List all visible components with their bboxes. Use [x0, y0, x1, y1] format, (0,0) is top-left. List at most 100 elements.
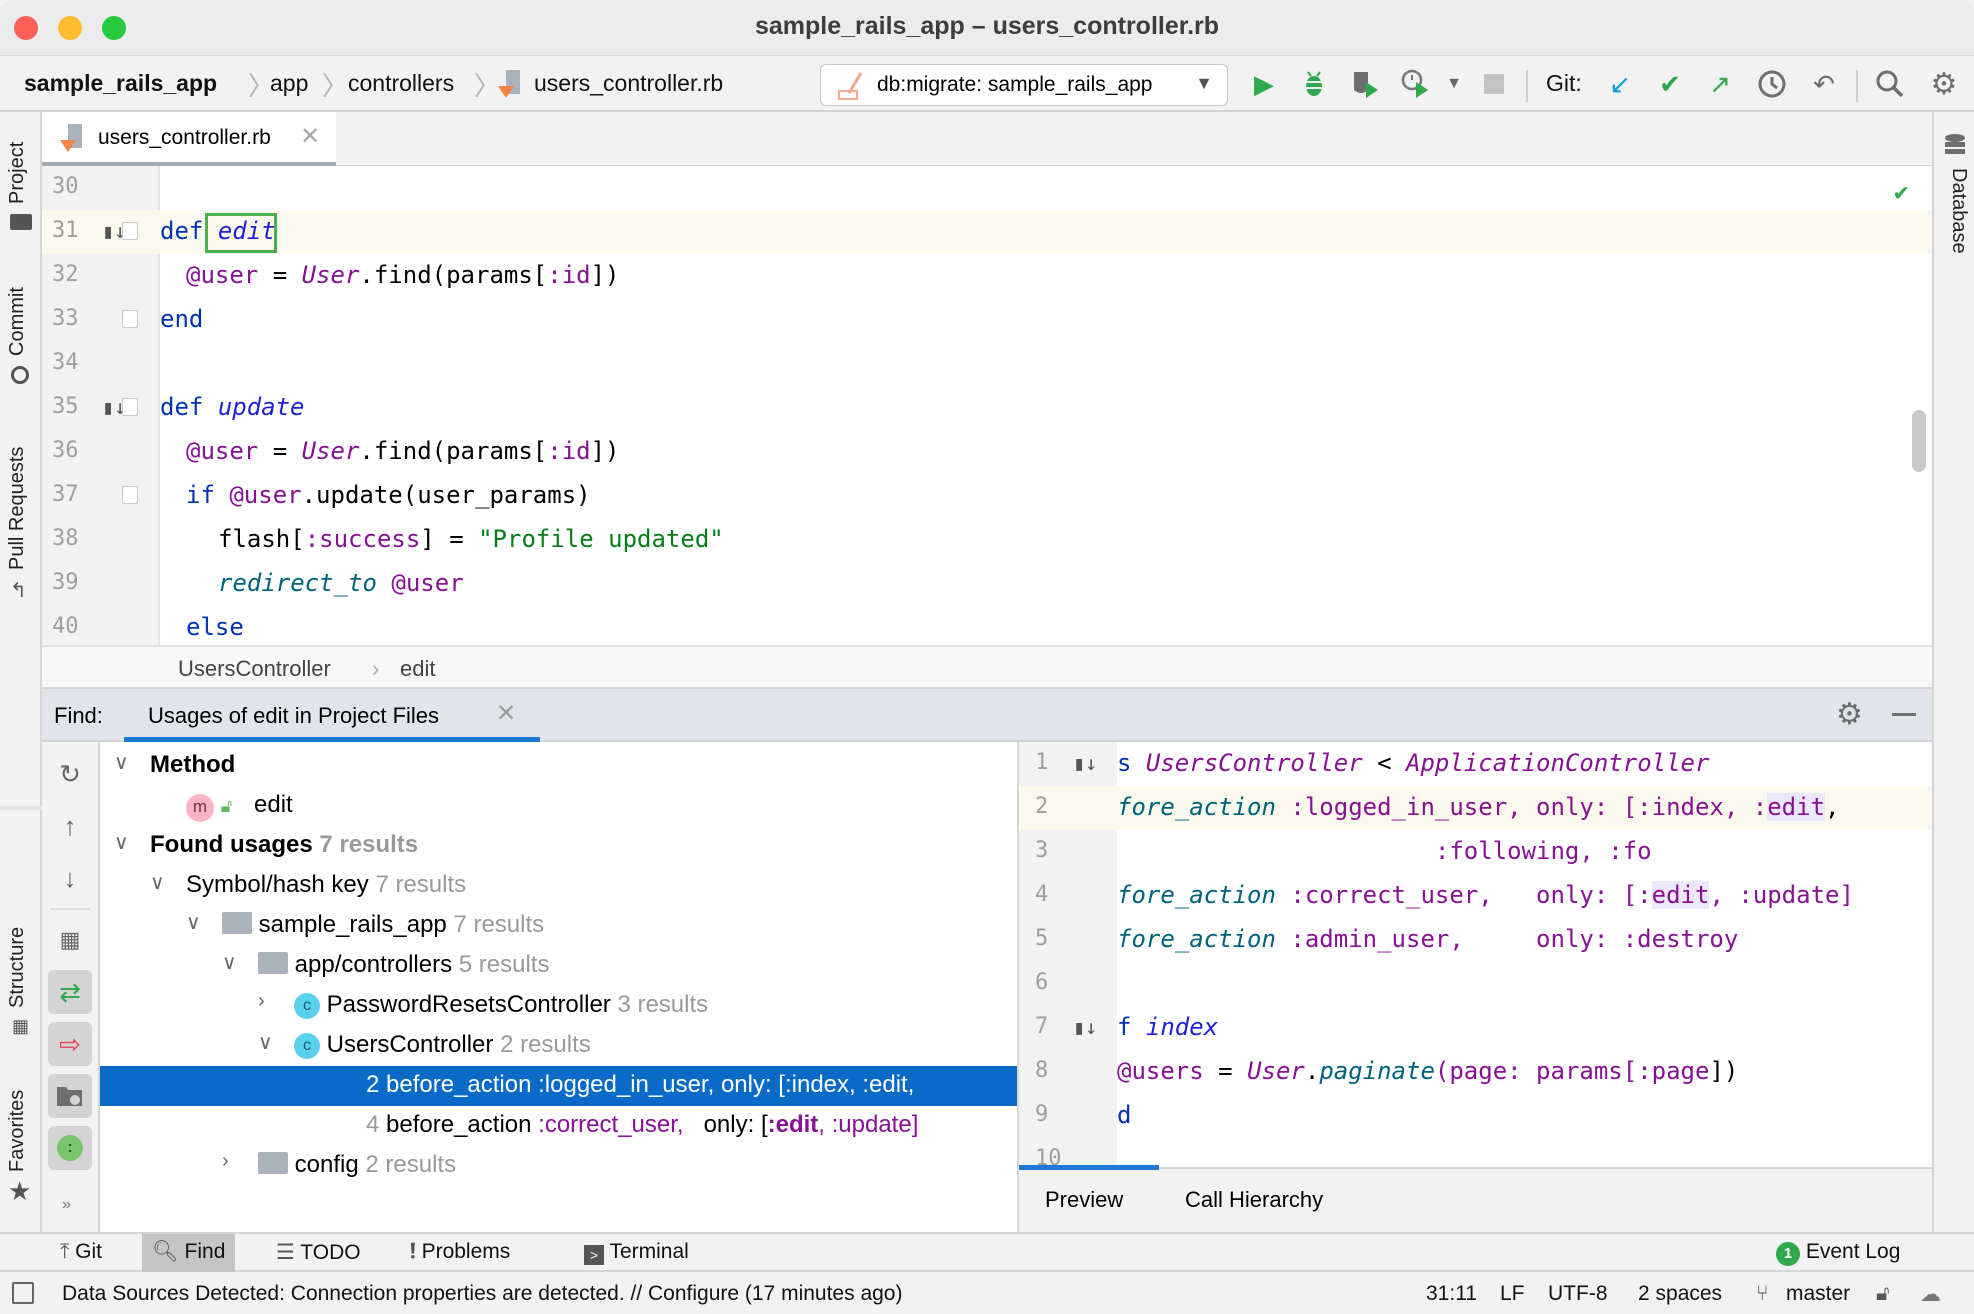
breadcrumb-app[interactable]: app — [270, 70, 308, 97]
preview-tabs: Preview Call Hierarchy — [1017, 1165, 1932, 1232]
usage-row-selected[interactable]: 2 before_action :logged_in_user, only: [… — [100, 1066, 1017, 1106]
git-commit-icon[interactable]: ✔ — [1654, 68, 1686, 100]
preview-line: 8 @users = User.paginate(page: params[:p… — [1035, 1057, 1739, 1085]
hide-panel-icon[interactable] — [1892, 713, 1916, 716]
tool-button-terminal[interactable]: > Terminal — [574, 1234, 699, 1272]
commit-tool-button[interactable]: Commit — [6, 287, 29, 356]
chevron-down-icon: ∨ — [222, 952, 237, 974]
status-bar: Data Sources Detected: Connection proper… — [0, 1272, 1974, 1314]
git-push-icon[interactable]: ↗ — [1704, 68, 1736, 100]
group-by-directory-icon[interactable] — [48, 1074, 92, 1118]
code-editor[interactable]: 30 31 ▮↓ def edit 32 @user = User.find(p… — [42, 166, 1932, 645]
overridden-method-icon: ▮↓ — [1073, 751, 1098, 775]
code-breadcrumb-method[interactable]: edit — [400, 656, 435, 682]
tab-call-hierarchy[interactable]: Call Hierarchy — [1185, 1187, 1323, 1213]
search-everywhere-icon[interactable] — [1874, 68, 1906, 100]
debug-icon[interactable] — [1298, 68, 1330, 100]
preview-line: 6 — [1035, 970, 1049, 995]
tool-button-event-log[interactable]: 1 Event Log — [1766, 1234, 1910, 1272]
project-tool-button[interactable]: Project — [6, 142, 29, 204]
git-branch[interactable]: master — [1786, 1282, 1850, 1306]
close-tab-icon[interactable]: ✕ — [496, 699, 516, 728]
chevron-down-icon: ∨ — [186, 912, 201, 934]
fold-marker[interactable] — [122, 486, 138, 504]
profile-icon[interactable] — [1400, 68, 1432, 100]
fold-marker[interactable] — [122, 222, 138, 240]
unlock-icon[interactable]: 🔓︎ — [1876, 1282, 1890, 1306]
editor-tab-users-controller[interactable]: users_controller.rb ✕ — [42, 112, 336, 166]
favorites-tool-button[interactable]: Favorites — [6, 1090, 29, 1172]
previous-occurrence-icon[interactable]: ↑ — [48, 804, 92, 848]
preview-line: 1 ▮↓ s UsersController < ApplicationCont… — [1035, 749, 1710, 777]
tree-node-app-controllers[interactable]: ∨ app/controllers 5 results — [100, 946, 1017, 986]
tree-node-symbol-hash-key[interactable]: ∨ Symbol/hash key 7 results — [100, 866, 1017, 906]
git-history-icon[interactable] — [1756, 68, 1788, 100]
tree-node-password-resets-controller[interactable]: › c PasswordResetsController 3 results — [100, 986, 1017, 1026]
tool-button-find[interactable]: 🔍︎ Find — [142, 1234, 236, 1272]
run-icon[interactable]: ▶ — [1248, 68, 1280, 100]
file-encoding[interactable]: UTF-8 — [1548, 1282, 1608, 1306]
line-separator[interactable]: LF — [1500, 1282, 1525, 1306]
tree-node-edit[interactable]: m 🔓︎ edit — [100, 786, 1017, 826]
tool-button-problems[interactable]: ❗︎ Problems — [400, 1234, 520, 1272]
settings-gear-icon[interactable]: ⚙ — [1928, 68, 1960, 101]
breadcrumb-separator: › — [372, 656, 380, 681]
tree-node-config[interactable]: › config 2 results — [100, 1146, 1017, 1186]
find-tool-window-header: Find: Usages of edit in Project Files ✕ … — [42, 689, 1932, 742]
folder-icon — [10, 214, 32, 230]
pull-requests-tool-button[interactable]: Pull Requests — [6, 447, 29, 570]
tool-window-bar: ⤒ Git 🔍︎ Find ☰ TODO ❗︎ Problems > Termi… — [0, 1232, 1974, 1272]
close-tab-icon[interactable]: ✕ — [300, 122, 320, 151]
no-problems-check-icon[interactable]: ✔ — [1894, 178, 1908, 206]
editor-scrollbar-thumb[interactable] — [1912, 410, 1926, 472]
tree-node-found-usages[interactable]: ∨ Found usages 7 results — [100, 826, 1017, 866]
chevron-right-icon: › — [222, 1150, 229, 1172]
more-actions-icon[interactable]: » — [62, 1196, 71, 1214]
tree-node-users-controller[interactable]: ∨ c UsersController 2 results — [100, 1026, 1017, 1066]
tree-node-project[interactable]: ∨ sample_rails_app 7 results — [100, 906, 1017, 946]
settings-gear-icon[interactable]: ⚙ — [1836, 697, 1863, 732]
usage-preview-pane[interactable]: 1 ▮↓ s UsersController < ApplicationCont… — [1017, 742, 1932, 1167]
caret-position[interactable]: 31:11 — [1426, 1282, 1477, 1306]
code-breadcrumb-class[interactable]: UsersController — [178, 656, 331, 682]
usages-tree[interactable]: ∨ Method m 🔓︎ edit ∨ Found usages 7 resu… — [100, 742, 1017, 1232]
toggle-tool-windows-icon[interactable] — [12, 1282, 34, 1304]
find-results-tab[interactable]: Usages of edit in Project Files ✕ — [124, 689, 540, 742]
show-read-access-icon[interactable]: ⇄ — [48, 970, 92, 1014]
navigation-toolbar: sample_rails_app 〉 app 〉 controllers 〉 u… — [0, 56, 1974, 112]
help-cloud-icon[interactable]: ☁ — [1920, 1282, 1941, 1307]
stop-icon[interactable] — [1478, 68, 1510, 100]
fold-marker[interactable] — [122, 310, 138, 328]
chevron-down-icon: ∨ — [150, 872, 165, 894]
breadcrumb-file[interactable]: users_controller.rb — [534, 70, 723, 97]
rerun-icon[interactable]: ↻ — [48, 752, 92, 796]
terminal-icon: > — [584, 1245, 604, 1265]
chevron-down-icon: ∨ — [114, 752, 129, 774]
database-icon — [1944, 134, 1966, 163]
indent-setting[interactable]: 2 spaces — [1638, 1282, 1722, 1306]
chevron-right-icon: › — [258, 990, 265, 1012]
database-tool-button[interactable]: Database — [1947, 168, 1970, 254]
run-with-coverage-icon[interactable] — [1350, 68, 1382, 100]
group-by-icon[interactable]: ▦ — [48, 918, 92, 962]
tool-button-todo[interactable]: ☰ TODO — [266, 1234, 371, 1272]
git-rollback-icon[interactable]: ↶ — [1808, 68, 1840, 100]
breadcrumb-project[interactable]: sample_rails_app — [24, 70, 217, 97]
chevron-down-icon: ▼ — [1195, 73, 1213, 93]
show-write-access-icon[interactable]: ⇨ — [48, 1022, 92, 1066]
next-occurrence-icon[interactable]: ↓ — [48, 856, 92, 900]
more-run-options-icon[interactable]: ▼ — [1438, 68, 1470, 100]
fold-marker[interactable] — [122, 398, 138, 416]
tool-button-git[interactable]: ⤒ Git — [50, 1234, 112, 1272]
git-update-icon[interactable]: ↙ — [1604, 68, 1636, 100]
tree-node-method[interactable]: ∨ Method — [100, 746, 1017, 786]
usage-row[interactable]: 4 before_action :correct_user, only: [:e… — [100, 1106, 1017, 1146]
breadcrumb-separator: 〉 — [322, 71, 349, 101]
status-message[interactable]: Data Sources Detected: Connection proper… — [62, 1282, 902, 1306]
tab-preview[interactable]: Preview — [1045, 1187, 1123, 1213]
code-line: 37 if @user.update(user_params) — [52, 481, 591, 509]
group-by-module-icon[interactable]: : — [48, 1126, 92, 1170]
structure-tool-button[interactable]: Structure — [6, 927, 29, 1008]
run-configuration-dropdown[interactable]: db:migrate: sample_rails_app ▼ — [820, 64, 1228, 106]
breadcrumb-controllers[interactable]: controllers — [348, 70, 454, 97]
